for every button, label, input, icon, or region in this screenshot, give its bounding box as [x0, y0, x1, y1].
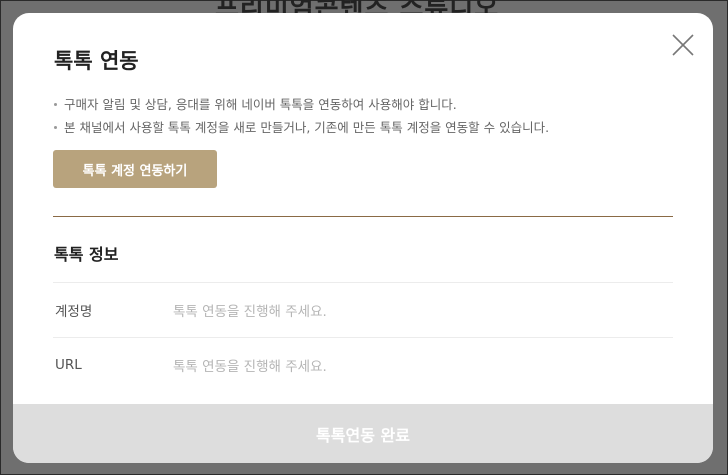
close-button[interactable]	[671, 33, 695, 57]
description-item: 본 채널에서 사용할 톡톡 계정을 새로 만들거나, 기존에 만든 톡톡 계정을…	[54, 116, 549, 139]
talktalk-info-table: 계정명 톡톡 연동을 진행해 주세요. URL 톡톡 연동을 진행해 주세요.	[53, 282, 673, 392]
connect-talktalk-button[interactable]: 톡톡 계정 연동하기	[53, 150, 217, 188]
description-list: 구매자 알림 및 상담, 응대를 위해 네이버 톡톡을 연동하여 사용해야 합니…	[54, 93, 549, 139]
modal-title: 톡톡 연동	[54, 49, 139, 73]
info-value: 톡톡 연동을 진행해 주세요.	[173, 304, 327, 320]
info-row-url: URL 톡톡 연동을 진행해 주세요.	[53, 337, 673, 392]
complete-connect-button[interactable]: 톡톡연동 완료	[13, 404, 713, 463]
info-label: URL	[55, 357, 82, 373]
section-divider	[53, 216, 673, 217]
description-item: 구매자 알림 및 상담, 응대를 위해 네이버 톡톡을 연동하여 사용해야 합니…	[54, 93, 549, 116]
talktalk-connect-modal: 톡톡 연동 구매자 알림 및 상담, 응대를 위해 네이버 톡톡을 연동하여 사…	[13, 13, 713, 463]
info-label: 계정명	[55, 304, 93, 320]
info-value: 톡톡 연동을 진행해 주세요.	[173, 359, 327, 375]
info-row-account-name: 계정명 톡톡 연동을 진행해 주세요.	[53, 282, 673, 337]
section-title: 톡톡 정보	[54, 245, 119, 264]
close-icon	[672, 34, 694, 56]
